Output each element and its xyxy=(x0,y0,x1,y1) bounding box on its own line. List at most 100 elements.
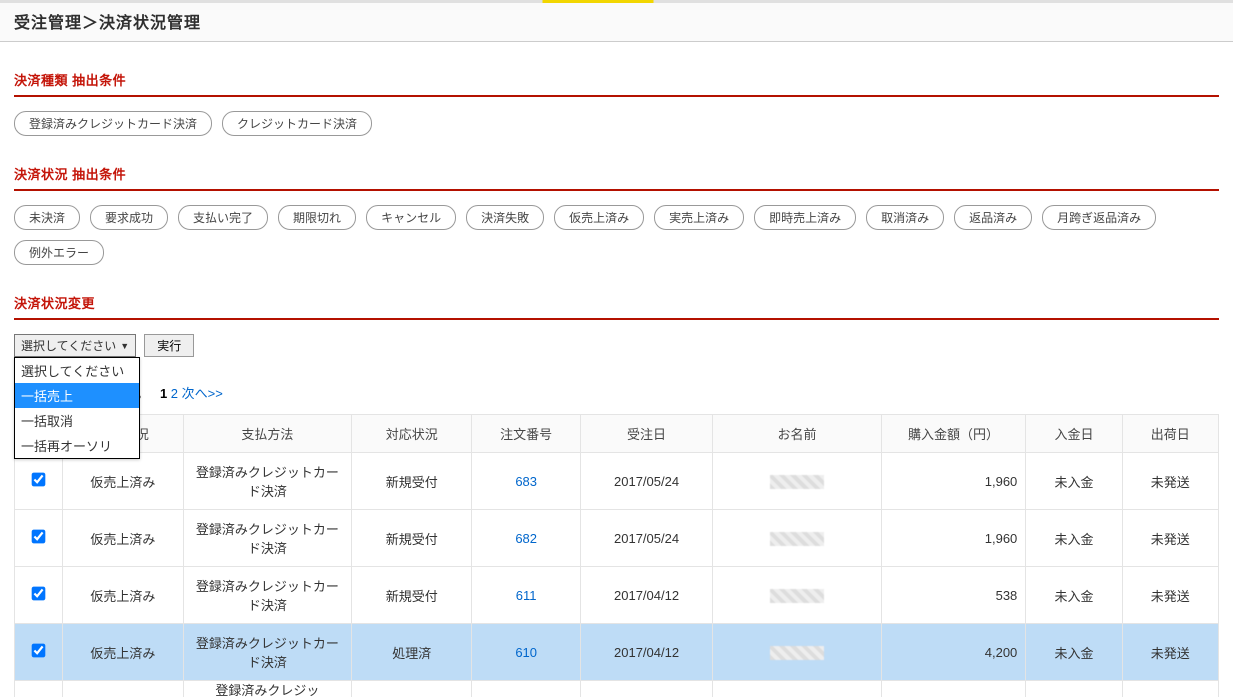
table-header-cell: 支払方法 xyxy=(183,415,352,453)
table-cell xyxy=(1026,681,1122,697)
cell-status: 仮売上済み xyxy=(63,453,183,510)
section-rule xyxy=(14,95,1219,97)
cell-deal: 処理済 xyxy=(352,624,472,681)
table-cell xyxy=(15,681,63,697)
cell-amount: 4,200 xyxy=(881,624,1025,681)
bulk-action-row: 選択してください ▼ 選択してください一括売上一括取消一括再オーソリ 実行 xyxy=(14,334,1219,357)
cell-ship: 未発送 xyxy=(1122,453,1218,510)
row-checkbox[interactable] xyxy=(32,644,46,658)
cell-customer xyxy=(713,624,882,681)
pagination-current: 1 xyxy=(160,386,167,401)
table-row: 仮売上済み登録済みクレジットカード決済新規受付6112017/04/12538未… xyxy=(15,567,1219,624)
section-rule xyxy=(14,189,1219,191)
table-row: 登録済みクレジッ xyxy=(15,681,1219,697)
section-rule xyxy=(14,318,1219,320)
cell-deposit: 未入金 xyxy=(1026,510,1122,567)
cell-deal: 新規受付 xyxy=(352,510,472,567)
table-header-cell: 出荷日 xyxy=(1122,415,1218,453)
cell-status: 仮売上済み xyxy=(63,510,183,567)
cell-customer xyxy=(713,453,882,510)
bulk-action-option[interactable]: 一括取消 xyxy=(15,408,139,433)
redacted-name xyxy=(770,589,824,603)
orders-table: 決済状況支払方法対応状況注文番号受注日お名前購入金額（円）入金日出荷日 仮売上済… xyxy=(14,414,1219,697)
bulk-action-option[interactable]: 一括売上 xyxy=(15,383,139,408)
cell-order-no[interactable]: 683 xyxy=(472,453,580,510)
table-cell: 登録済みクレジッ xyxy=(183,681,352,697)
status-filter-pill[interactable]: 即時売上済み xyxy=(754,205,856,230)
status-filter-pill[interactable]: 決済失敗 xyxy=(466,205,544,230)
status-filter-pill[interactable]: 実売上済み xyxy=(654,205,744,230)
cell-customer xyxy=(713,567,882,624)
status-filter-pill[interactable]: キャンセル xyxy=(366,205,456,230)
status-filter-pill[interactable]: 期限切れ xyxy=(278,205,356,230)
type-filter-pill[interactable]: クレジットカード決済 xyxy=(222,111,372,136)
status-filter-pill[interactable]: 返品済み xyxy=(954,205,1032,230)
table-cell xyxy=(15,510,63,567)
cell-ship: 未発送 xyxy=(1122,510,1218,567)
status-filter-pill[interactable]: 未決済 xyxy=(14,205,80,230)
table-header-cell: 対応状況 xyxy=(352,415,472,453)
result-summary: 56件 が該当しました。 1 2 次へ>> xyxy=(14,383,1219,402)
pagination-page-2[interactable]: 2 xyxy=(171,386,178,401)
cell-deal: 新規受付 xyxy=(352,567,472,624)
row-checkbox[interactable] xyxy=(32,530,46,544)
bulk-action-select-wrap: 選択してください ▼ 選択してください一括売上一括取消一括再オーソリ xyxy=(14,334,136,357)
table-row: 仮売上済み登録済みクレジットカード決済新規受付6822017/05/241,96… xyxy=(15,510,1219,567)
cell-ship: 未発送 xyxy=(1122,624,1218,681)
cell-customer xyxy=(713,510,882,567)
cell-status: 仮売上済み xyxy=(63,567,183,624)
chevron-down-icon: ▼ xyxy=(120,341,129,351)
table-header-cell: お名前 xyxy=(713,415,882,453)
row-checkbox[interactable] xyxy=(32,587,46,601)
execute-button[interactable]: 実行 xyxy=(144,334,194,357)
cell-ship: 未発送 xyxy=(1122,567,1218,624)
cell-order-no[interactable]: 682 xyxy=(472,510,580,567)
cell-date: 2017/05/24 xyxy=(580,453,712,510)
status-filter-pill[interactable]: 仮売上済み xyxy=(554,205,644,230)
table-header-row: 決済状況支払方法対応状況注文番号受注日お名前購入金額（円）入金日出荷日 xyxy=(15,415,1219,453)
cell-amount: 538 xyxy=(881,567,1025,624)
bulk-action-option[interactable]: 一括再オーソリ xyxy=(15,433,139,458)
pagination-next[interactable]: 次へ>> xyxy=(182,386,223,401)
type-filter-pill[interactable]: 登録済みクレジットカード決済 xyxy=(14,111,212,136)
table-cell xyxy=(881,681,1025,697)
cell-date: 2017/04/12 xyxy=(580,567,712,624)
table-header-cell: 入金日 xyxy=(1026,415,1122,453)
cell-amount: 1,960 xyxy=(881,453,1025,510)
type-filter-row: 登録済みクレジットカード決済クレジットカード決済 xyxy=(14,111,1219,136)
table-row: 仮売上済み登録済みクレジットカード決済新規受付6832017/05/241,96… xyxy=(15,453,1219,510)
cell-deal: 新規受付 xyxy=(352,453,472,510)
cell-status: 仮売上済み xyxy=(63,624,183,681)
table-cell xyxy=(1122,681,1218,697)
status-filter-pill[interactable]: 月跨ぎ返品済み xyxy=(1042,205,1156,230)
row-checkbox[interactable] xyxy=(32,473,46,487)
cell-amount: 1,960 xyxy=(881,510,1025,567)
table-cell xyxy=(352,681,472,697)
redacted-name xyxy=(770,475,824,489)
table-cell xyxy=(580,681,712,697)
bulk-action-select[interactable]: 選択してください ▼ xyxy=(14,334,136,357)
section-title-status-filter: 決済状況 抽出条件 xyxy=(14,164,1219,183)
table-header-cell: 購入金額（円） xyxy=(881,415,1025,453)
table-body: 仮売上済み登録済みクレジットカード決済新規受付6832017/05/241,96… xyxy=(15,453,1219,697)
bulk-action-dropdown: 選択してください一括売上一括取消一括再オーソリ xyxy=(14,357,140,459)
cell-date: 2017/05/24 xyxy=(580,510,712,567)
breadcrumb-bar: 受注管理＞決済状況管理 xyxy=(0,3,1233,42)
table-cell xyxy=(472,681,580,697)
bulk-action-select-value: 選択してください xyxy=(21,337,116,354)
section-title-type-filter: 決済種類 抽出条件 xyxy=(14,70,1219,89)
status-filter-pill[interactable]: 支払い完了 xyxy=(178,205,268,230)
table-row: 仮売上済み登録済みクレジットカード決済処理済6102017/04/124,200… xyxy=(15,624,1219,681)
table-cell xyxy=(63,681,183,697)
cell-date: 2017/04/12 xyxy=(580,624,712,681)
cell-deposit: 未入金 xyxy=(1026,624,1122,681)
table-cell xyxy=(15,624,63,681)
bulk-action-option[interactable]: 選択してください xyxy=(15,358,139,383)
status-filter-pill[interactable]: 取消済み xyxy=(866,205,944,230)
status-filter-pill[interactable]: 要求成功 xyxy=(90,205,168,230)
cell-order-no[interactable]: 611 xyxy=(472,567,580,624)
status-filter-pill[interactable]: 例外エラー xyxy=(14,240,104,265)
status-filter-row: 未決済要求成功支払い完了期限切れキャンセル決済失敗仮売上済み実売上済み即時売上済… xyxy=(14,205,1219,265)
redacted-name xyxy=(770,532,824,546)
cell-order-no[interactable]: 610 xyxy=(472,624,580,681)
